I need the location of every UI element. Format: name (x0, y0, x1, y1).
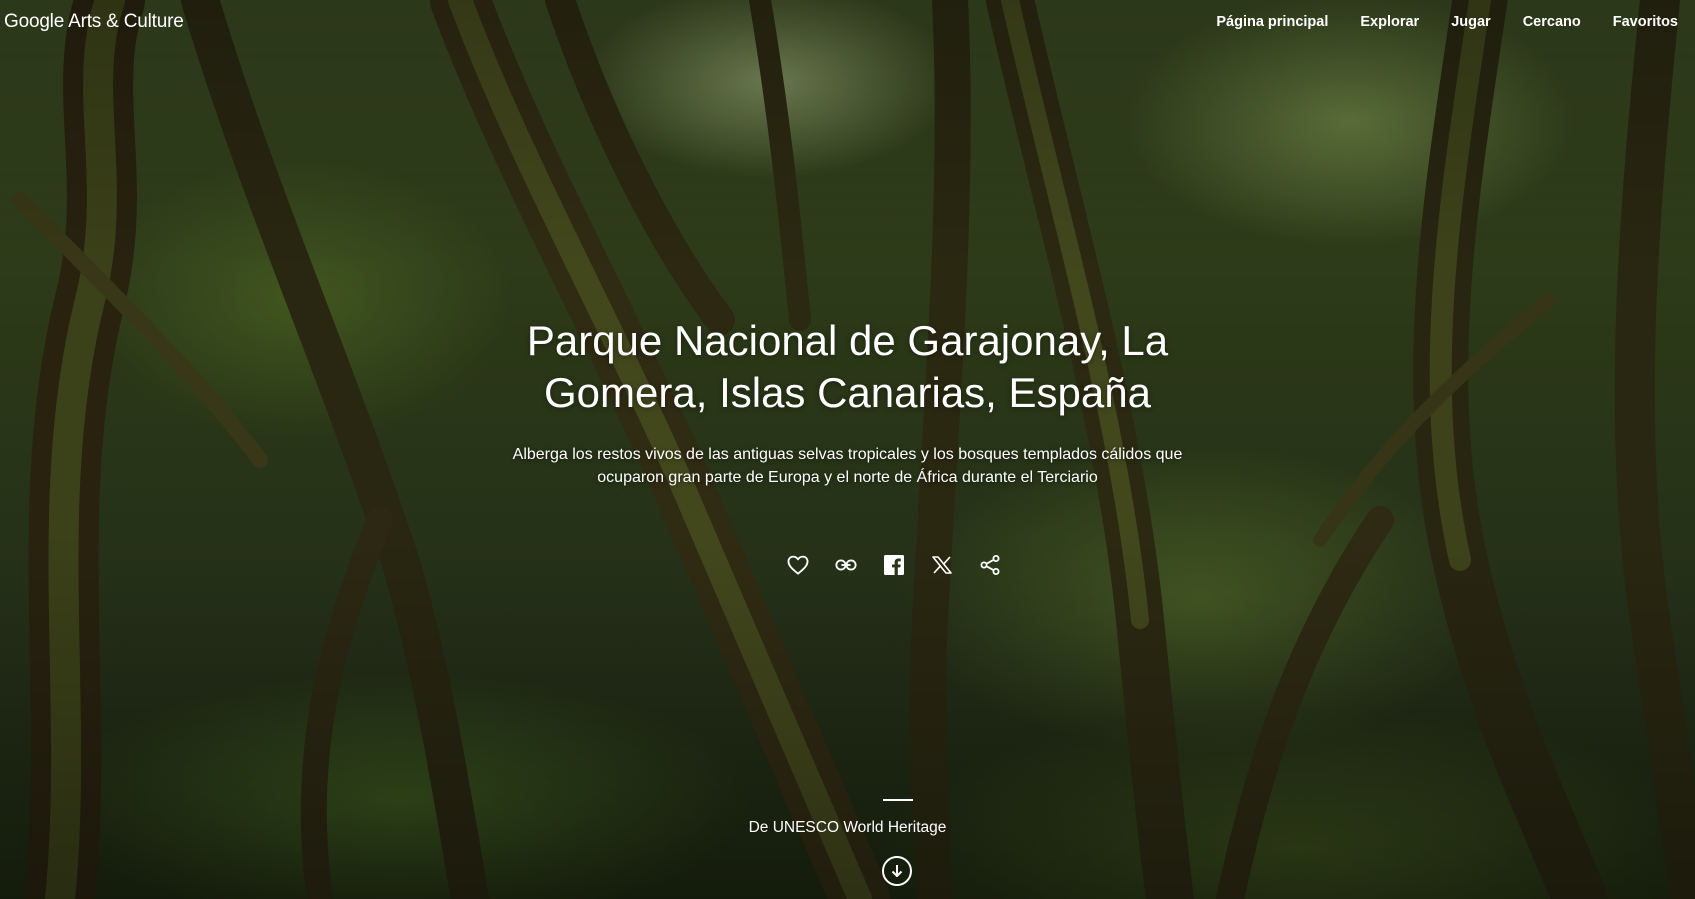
hero-background-image: Google Arts & Culture Página principal E… (0, 0, 1695, 899)
nav-favorites[interactable]: Favoritos (1613, 14, 1678, 30)
page-title: Parque Nacional de Garajonay, La Gomera,… (526, 317, 1169, 416)
share-icon (980, 555, 1000, 575)
main-nav: Página principal Explorar Jugar Cercano … (1216, 14, 1678, 30)
facebook-icon (884, 555, 904, 575)
x-share-button[interactable] (930, 553, 954, 577)
x-icon (932, 556, 952, 574)
share-button[interactable] (978, 553, 1002, 577)
arrow-down-icon (891, 865, 903, 877)
heart-icon (787, 555, 809, 575)
copy-link-button[interactable] (834, 553, 858, 577)
source-divider (883, 799, 913, 801)
hero-content: Parque Nacional de Garajonay, La Gomera,… (0, 315, 1695, 489)
nav-home[interactable]: Página principal (1216, 14, 1328, 30)
favorite-button[interactable] (786, 553, 810, 577)
top-bar: Google Arts & Culture Página principal E… (0, 0, 1695, 44)
logo-google-text: Google (4, 11, 65, 32)
page-description: Alberga los restos vivos de las antiguas… (512, 446, 1183, 486)
link-icon (835, 559, 857, 571)
nav-nearby[interactable]: Cercano (1523, 14, 1581, 30)
facebook-share-button[interactable] (882, 553, 906, 577)
source-attribution[interactable]: De UNESCO World Heritage (0, 819, 1695, 837)
action-bar (786, 553, 1002, 577)
logo-arts-culture-text: Arts & Culture (68, 11, 184, 32)
nav-explore[interactable]: Explorar (1360, 14, 1419, 30)
scroll-down-button[interactable] (882, 856, 912, 886)
nav-play[interactable]: Jugar (1451, 14, 1491, 30)
google-arts-culture-logo[interactable]: Google Arts & Culture (4, 11, 184, 33)
